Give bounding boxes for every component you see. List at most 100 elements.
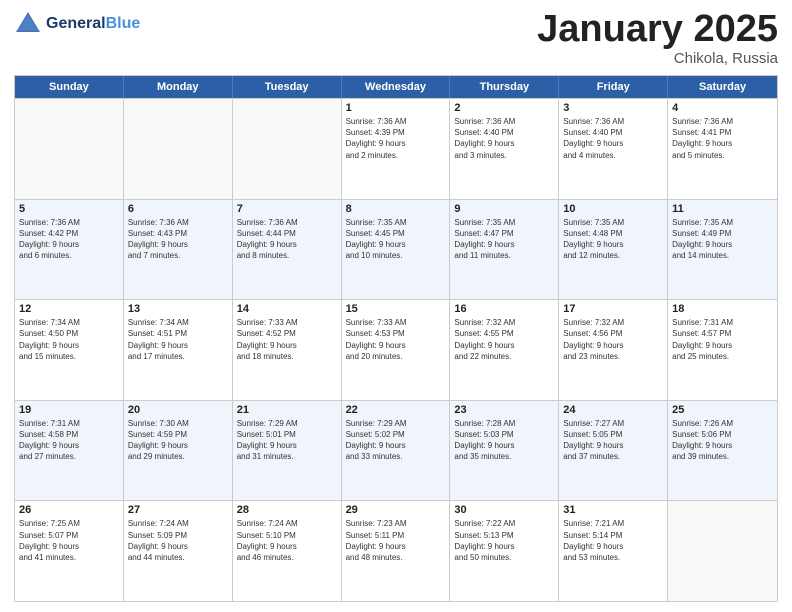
header-day-saturday: Saturday (668, 76, 777, 98)
day-number: 10 (563, 203, 663, 215)
day-number: 30 (454, 504, 554, 516)
day-info: Sunrise: 7:34 AM Sunset: 4:50 PM Dayligh… (19, 317, 119, 362)
day-cell-23: 23 Sunrise: 7:28 AM Sunset: 5:03 PM Dayli… (450, 401, 559, 501)
day-info: Sunrise: 7:25 AM Sunset: 5:07 PM Dayligh… (19, 518, 119, 563)
day-number: 15 (346, 303, 446, 315)
day-cell-9: 9Sunrise: 7:35 AM Sunset: 4:47 PM Daylig… (450, 200, 559, 300)
header-day-sunday: Sunday (15, 76, 124, 98)
day-info: Sunrise: 7:35 AM Sunset: 4:45 PM Dayligh… (346, 217, 446, 262)
day-cell-21: 21 Sunrise: 7:29 AM Sunset: 5:01 PM Dayli… (233, 401, 342, 501)
title-block: January 2025 Chikola, Russia (537, 10, 778, 67)
week-row-4: 19 Sunrise: 7:31 AM Sunset: 4:58 PM Dayli… (15, 400, 777, 501)
day-number: 17 (563, 303, 663, 315)
day-cell-2: 2 Sunrise: 7:36 AM Sunset: 4:40 PM Daylig… (450, 99, 559, 199)
week-row-2: 5 Sunrise: 7:36 AM Sunset: 4:42 PM Daylig… (15, 199, 777, 300)
day-cell-26: 26 Sunrise: 7:25 AM Sunset: 5:07 PM Dayli… (15, 501, 124, 601)
week-row-1: 1 Sunrise: 7:36 AM Sunset: 4:39 PM Daylig… (15, 98, 777, 199)
day-cell-7: 7Sunrise: 7:36 AM Sunset: 4:44 PM Daylig… (233, 200, 342, 300)
day-info: Sunrise: 7:31 AM Sunset: 4:57 PM Dayligh… (672, 317, 773, 362)
header-day-monday: Monday (124, 76, 233, 98)
day-info: Sunrise: 7:26 AM Sunset: 5:06 PM Dayligh… (672, 418, 773, 463)
day-info: Sunrise: 7:35 AM Sunset: 4:47 PM Dayligh… (454, 217, 554, 262)
day-number: 28 (237, 504, 337, 516)
day-info: Sunrise: 7:30 AM Sunset: 4:59 PM Dayligh… (128, 418, 228, 463)
day-info: Sunrise: 7:36 AM Sunset: 4:39 PM Dayligh… (346, 116, 446, 161)
empty-cell (668, 501, 777, 601)
logo-icon (14, 10, 42, 38)
day-number: 25 (672, 404, 773, 416)
day-cell-29: 29 Sunrise: 7:23 AM Sunset: 5:11 PM Dayli… (342, 501, 451, 601)
day-cell-22: 22Sunrise: 7:29 AM Sunset: 5:02 PM Dayli… (342, 401, 451, 501)
empty-cell (15, 99, 124, 199)
day-cell-12: 12 Sunrise: 7:34 AM Sunset: 4:50 PM Dayli… (15, 300, 124, 400)
day-cell-4: 4Sunrise: 7:36 AM Sunset: 4:41 PM Daylig… (668, 99, 777, 199)
calendar-header-row: SundayMondayTuesdayWednesdayThursdayFrid… (15, 76, 777, 98)
day-info: Sunrise: 7:29 AM Sunset: 5:01 PM Dayligh… (237, 418, 337, 463)
day-cell-19: 19 Sunrise: 7:31 AM Sunset: 4:58 PM Dayli… (15, 401, 124, 501)
day-cell-27: 27Sunrise: 7:24 AM Sunset: 5:09 PM Dayli… (124, 501, 233, 601)
day-info: Sunrise: 7:33 AM Sunset: 4:53 PM Dayligh… (346, 317, 446, 362)
logo-text: GeneralBlue (46, 15, 140, 33)
day-number: 5 (19, 203, 119, 215)
day-info: Sunrise: 7:24 AM Sunset: 5:10 PM Dayligh… (237, 518, 337, 563)
header-day-friday: Friday (559, 76, 668, 98)
day-cell-11: 11Sunrise: 7:35 AM Sunset: 4:49 PM Dayli… (668, 200, 777, 300)
header-day-thursday: Thursday (450, 76, 559, 98)
day-info: Sunrise: 7:34 AM Sunset: 4:51 PM Dayligh… (128, 317, 228, 362)
day-info: Sunrise: 7:32 AM Sunset: 4:55 PM Dayligh… (454, 317, 554, 362)
logo: GeneralBlue (14, 10, 140, 38)
day-number: 21 (237, 404, 337, 416)
day-cell-5: 5 Sunrise: 7:36 AM Sunset: 4:42 PM Daylig… (15, 200, 124, 300)
calendar-body: 1 Sunrise: 7:36 AM Sunset: 4:39 PM Daylig… (15, 98, 777, 601)
day-info: Sunrise: 7:36 AM Sunset: 4:42 PM Dayligh… (19, 217, 119, 262)
day-cell-10: 10Sunrise: 7:35 AM Sunset: 4:48 PM Dayli… (559, 200, 668, 300)
day-number: 6 (128, 203, 228, 215)
week-row-3: 12 Sunrise: 7:34 AM Sunset: 4:50 PM Dayli… (15, 299, 777, 400)
day-info: Sunrise: 7:36 AM Sunset: 4:43 PM Dayligh… (128, 217, 228, 262)
day-number: 14 (237, 303, 337, 315)
day-number: 16 (454, 303, 554, 315)
day-cell-30: 30 Sunrise: 7:22 AM Sunset: 5:13 PM Dayli… (450, 501, 559, 601)
day-number: 27 (128, 504, 228, 516)
page: GeneralBlue January 2025 Chikola, Russia… (0, 0, 792, 612)
day-cell-24: 24 Sunrise: 7:27 AM Sunset: 5:05 PM Dayli… (559, 401, 668, 501)
day-number: 8 (346, 203, 446, 215)
day-number: 29 (346, 504, 446, 516)
day-number: 23 (454, 404, 554, 416)
day-cell-3: 3 Sunrise: 7:36 AM Sunset: 4:40 PM Daylig… (559, 99, 668, 199)
day-info: Sunrise: 7:22 AM Sunset: 5:13 PM Dayligh… (454, 518, 554, 563)
day-cell-14: 14Sunrise: 7:33 AM Sunset: 4:52 PM Dayli… (233, 300, 342, 400)
day-cell-17: 17Sunrise: 7:32 AM Sunset: 4:56 PM Dayli… (559, 300, 668, 400)
week-row-5: 26 Sunrise: 7:25 AM Sunset: 5:07 PM Dayli… (15, 500, 777, 601)
day-number: 31 (563, 504, 663, 516)
day-number: 18 (672, 303, 773, 315)
day-number: 22 (346, 404, 446, 416)
day-number: 26 (19, 504, 119, 516)
day-number: 19 (19, 404, 119, 416)
day-number: 7 (237, 203, 337, 215)
day-number: 11 (672, 203, 773, 215)
day-info: Sunrise: 7:31 AM Sunset: 4:58 PM Dayligh… (19, 418, 119, 463)
day-info: Sunrise: 7:27 AM Sunset: 5:05 PM Dayligh… (563, 418, 663, 463)
day-cell-20: 20 Sunrise: 7:30 AM Sunset: 4:59 PM Dayli… (124, 401, 233, 501)
day-info: Sunrise: 7:28 AM Sunset: 5:03 PM Dayligh… (454, 418, 554, 463)
day-info: Sunrise: 7:23 AM Sunset: 5:11 PM Dayligh… (346, 518, 446, 563)
day-cell-31: 31 Sunrise: 7:21 AM Sunset: 5:14 PM Dayli… (559, 501, 668, 601)
day-number: 1 (346, 102, 446, 114)
day-number: 3 (563, 102, 663, 114)
day-number: 13 (128, 303, 228, 315)
day-cell-16: 16 Sunrise: 7:32 AM Sunset: 4:55 PM Dayli… (450, 300, 559, 400)
header: GeneralBlue January 2025 Chikola, Russia (14, 10, 778, 67)
day-info: Sunrise: 7:21 AM Sunset: 5:14 PM Dayligh… (563, 518, 663, 563)
day-number: 20 (128, 404, 228, 416)
day-number: 12 (19, 303, 119, 315)
day-number: 24 (563, 404, 663, 416)
day-cell-8: 8 Sunrise: 7:35 AM Sunset: 4:45 PM Daylig… (342, 200, 451, 300)
day-cell-15: 15 Sunrise: 7:33 AM Sunset: 4:53 PM Dayli… (342, 300, 451, 400)
day-info: Sunrise: 7:36 AM Sunset: 4:40 PM Dayligh… (454, 116, 554, 161)
day-cell-13: 13 Sunrise: 7:34 AM Sunset: 4:51 PM Dayli… (124, 300, 233, 400)
day-number: 2 (454, 102, 554, 114)
day-info: Sunrise: 7:36 AM Sunset: 4:40 PM Dayligh… (563, 116, 663, 161)
empty-cell (124, 99, 233, 199)
day-cell-6: 6 Sunrise: 7:36 AM Sunset: 4:43 PM Daylig… (124, 200, 233, 300)
